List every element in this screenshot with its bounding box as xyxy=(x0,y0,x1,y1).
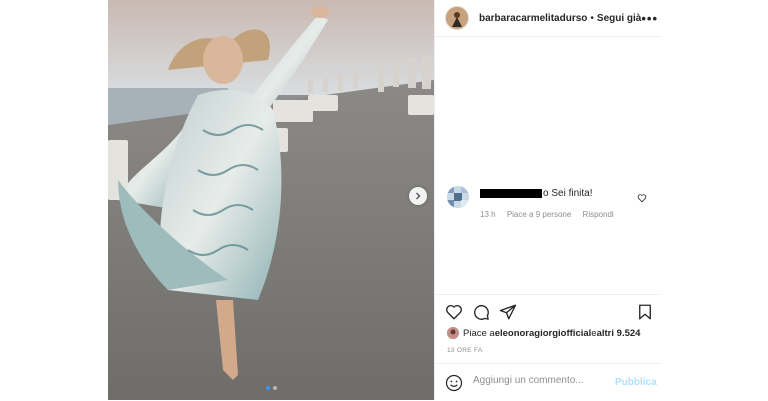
comment-meta: 13 h Piace a 9 persone Rispondi xyxy=(480,210,623,219)
next-photo-button[interactable] xyxy=(409,187,427,205)
more-options-button[interactable]: ••• xyxy=(641,11,658,26)
liker-avatar[interactable] xyxy=(447,327,459,339)
liker-username[interactable]: eleonoragiorgiofficial xyxy=(495,328,592,339)
comment-text: o Sei finita! xyxy=(543,188,593,199)
comment-like-heart-icon[interactable] xyxy=(637,193,647,203)
publish-button[interactable]: Pubblica xyxy=(615,377,657,388)
header-separator: • xyxy=(590,12,594,24)
carousel-dot-active xyxy=(266,386,270,390)
comment-age: 13 h xyxy=(480,210,496,219)
beach-photo-image xyxy=(108,0,434,400)
add-comment-bar: Pubblica xyxy=(435,363,661,401)
save-bookmark-icon[interactable] xyxy=(636,303,654,321)
avatar-image xyxy=(446,7,468,29)
commenter-avatar[interactable] xyxy=(447,186,469,208)
post-side-panel: barbaracarmelitadurso • Segui già ••• o … xyxy=(434,0,661,400)
share-paper-plane-icon[interactable] xyxy=(499,303,517,321)
others-likes-count[interactable]: altri 9.524 xyxy=(597,328,641,339)
redacted-username xyxy=(480,189,542,198)
like-heart-icon[interactable] xyxy=(445,303,463,321)
carousel-indicator xyxy=(266,386,277,390)
following-button[interactable]: Segui già xyxy=(597,13,641,24)
author-avatar[interactable] xyxy=(445,6,469,30)
likes-summary: Piace a eleonoragiorgiofficial e altri 9… xyxy=(447,327,640,339)
likes-prefix: Piace a xyxy=(463,327,495,339)
comment-input[interactable] xyxy=(473,375,603,386)
post-timestamp[interactable]: 13 ORE FA xyxy=(447,347,483,354)
pixelated-avatar-image xyxy=(447,186,469,208)
chevron-right-icon xyxy=(416,192,421,200)
liker-avatar-image xyxy=(447,327,459,339)
comment-likes-count[interactable]: Piace a 9 persone xyxy=(507,210,572,219)
emoji-icon[interactable] xyxy=(445,374,463,392)
reply-button[interactable]: Rispondi xyxy=(583,210,614,219)
author-username[interactable]: barbaracarmelitadurso xyxy=(479,13,587,24)
post-header: barbaracarmelitadurso • Segui già ••• xyxy=(435,0,661,37)
carousel-dot xyxy=(273,386,277,390)
post-actions-bar xyxy=(435,294,661,331)
comment-bubble-icon[interactable] xyxy=(472,303,490,321)
post-photo[interactable] xyxy=(108,0,434,400)
